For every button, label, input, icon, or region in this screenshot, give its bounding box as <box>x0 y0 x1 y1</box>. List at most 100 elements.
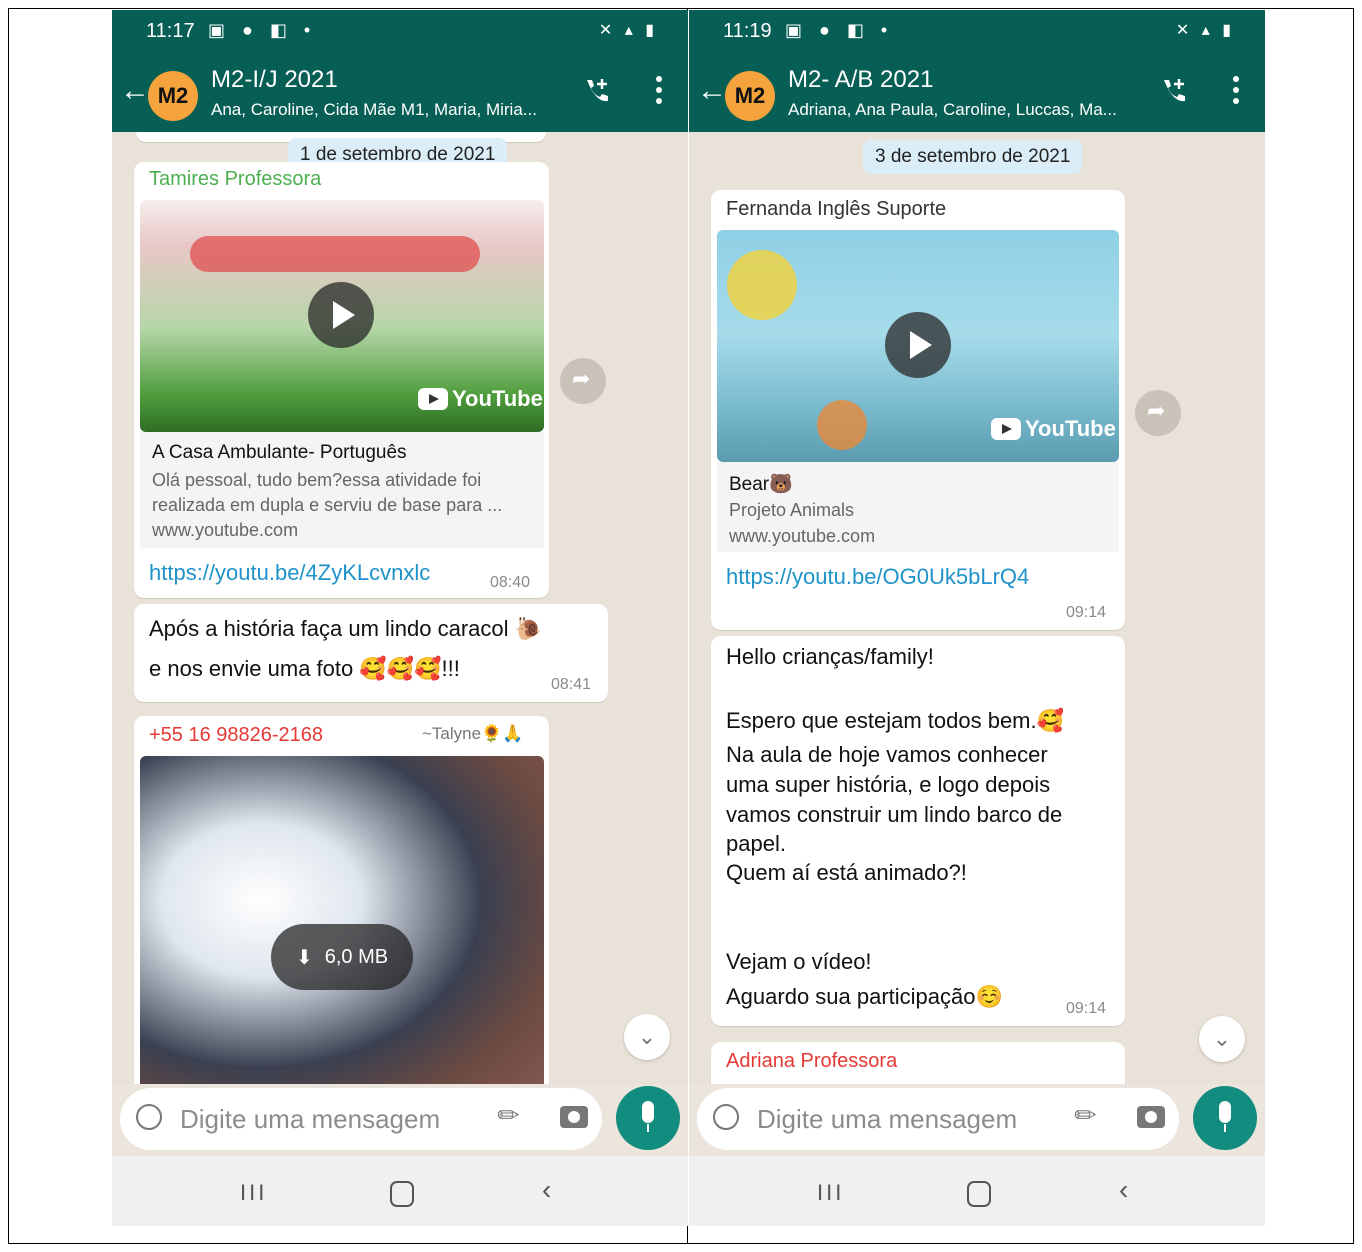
preview-domain: www.youtube.com <box>152 520 299 540</box>
back-arrow-icon[interactable]: ← <box>697 74 727 108</box>
message-text-line: papel. <box>726 831 786 856</box>
camera-icon[interactable] <box>1137 1106 1165 1128</box>
message-link[interactable]: https://youtu.be/OG0Uk5bLrQ4 <box>726 564 1029 590</box>
scroll-down-icon[interactable]: ⌄ <box>624 1014 670 1060</box>
attach-icon[interactable]: ✎ <box>1067 1097 1104 1134</box>
add-call-icon[interactable] <box>1159 76 1189 106</box>
message-text-line: uma super história, e logo depois <box>726 772 1051 797</box>
forward-icon[interactable] <box>1135 390 1181 436</box>
notification-icons: ▣ ● ◧ • <box>208 20 317 40</box>
more-options-icon[interactable] <box>656 76 662 109</box>
chat-title[interactable]: M2-I/J 2021 <box>211 66 338 94</box>
chat-area[interactable]: 3 de setembro de 2021 Fernanda Inglês Su… <box>689 132 1265 1084</box>
message-input[interactable]: Digite uma mensagem <box>757 1104 1017 1135</box>
preview-description: Olá pessoal, tudo bem?essa atividade foi… <box>152 470 503 515</box>
download-size: 6,0 MB <box>324 945 389 968</box>
youtube-play-icon <box>418 388 448 410</box>
mic-button[interactable] <box>1193 1086 1257 1150</box>
status-time: 11:19 <box>723 20 772 42</box>
home-icon[interactable] <box>967 1181 991 1207</box>
message-text-line: Vejam o vídeo! <box>726 949 872 974</box>
message-bubble-text[interactable]: Após a história faça um lindo caracol 🐌 … <box>134 604 608 702</box>
status-time: 11:17 <box>146 20 195 42</box>
play-icon[interactable] <box>885 312 951 378</box>
group-avatar[interactable]: M2 <box>725 71 775 121</box>
youtube-label: YouTube <box>452 386 543 411</box>
video-thumbnail[interactable]: YouTube <box>140 200 544 432</box>
android-navbar: III ‹ <box>112 1156 688 1226</box>
preview-title: A Casa Ambulante- Português <box>152 442 407 463</box>
sender-alias: ~Talyne🌻🙏 <box>422 724 524 743</box>
sender-name: Tamires Professora <box>149 168 322 190</box>
recent-apps-icon[interactable]: III <box>817 1180 844 1206</box>
camera-icon[interactable] <box>560 1106 588 1128</box>
thumbnail-blurred-figure <box>817 400 867 450</box>
message-text-line: Hello crianças/family! <box>726 644 934 669</box>
preview-domain: www.youtube.com <box>729 526 876 546</box>
message-bubble-video-link[interactable]: Tamires Professora YouTube A Casa Ambula… <box>134 162 549 598</box>
thumbnail-blurred-title <box>190 236 480 272</box>
link-preview[interactable]: A Casa Ambulante- Português Olá pessoal,… <box>140 432 544 548</box>
back-arrow-icon[interactable]: ← <box>120 74 150 108</box>
message-link[interactable]: https://youtu.be/4ZyKLcvnxlc <box>149 560 430 586</box>
sender-name: Adriana Professora <box>726 1050 898 1072</box>
chat-title[interactable]: M2- A/B 2021 <box>788 66 933 94</box>
message-bubble-video-link[interactable]: Fernanda Inglês Suporte YouTube Bear🐻 Pr… <box>711 190 1125 630</box>
play-icon[interactable] <box>308 282 374 348</box>
scroll-down-icon[interactable]: ⌄ <box>1199 1016 1245 1062</box>
add-call-icon[interactable] <box>582 76 612 106</box>
signal-battery-icons: ✕ ▴ ▮ <box>1175 22 1235 39</box>
preview-title: Bear🐻 <box>729 474 793 495</box>
message-time: 08:40 <box>490 574 531 591</box>
message-input[interactable]: Digite uma mensagem <box>180 1104 440 1135</box>
message-time: 09:14 <box>1066 604 1107 621</box>
emoji-icon[interactable] <box>713 1104 739 1130</box>
message-text-line: Aguardo sua participação☺️ <box>726 984 1003 1009</box>
attach-icon[interactable]: ✎ <box>490 1097 527 1134</box>
chat-participants[interactable]: Ana, Caroline, Cida Mãe M1, Maria, Miria… <box>211 100 571 120</box>
message-input-bar[interactable]: Digite uma mensagem ✎ <box>120 1088 602 1150</box>
mic-button[interactable] <box>616 1086 680 1150</box>
status-bar: 11:19 ▣ ● ◧ • ✕ ▴ ▮ <box>689 10 1265 54</box>
message-text-line: Após a história faça um lindo caracol 🐌 <box>149 616 543 641</box>
home-icon[interactable] <box>390 1181 414 1207</box>
more-options-icon[interactable] <box>1233 76 1239 109</box>
notification-icons: ▣ ● ◧ • <box>785 20 894 40</box>
youtube-label: YouTube <box>1025 416 1116 441</box>
chat-header: ← M2 M2-I/J 2021 Ana, Caroline, Cida Mãe… <box>112 54 688 132</box>
android-navbar: III ‹ <box>689 1156 1265 1226</box>
group-avatar[interactable]: M2 <box>148 71 198 121</box>
signal-battery-icons: ✕ ▴ ▮ <box>598 22 658 39</box>
message-text-line: e nos envie uma foto 🥰🥰🥰!!! <box>149 656 460 681</box>
message-text-line: Na aula de hoje vamos conhecer <box>726 742 1048 767</box>
link-preview[interactable]: Bear🐻 Projeto Animals www.youtube.com <box>717 462 1119 552</box>
message-bubble-video[interactable]: +55 16 98826-2168 ~Talyne🌻🙏 ⬇ 6,0 MB <box>134 716 549 1084</box>
message-input-bar[interactable]: Digite uma mensagem ✎ <box>697 1088 1179 1150</box>
emoji-icon[interactable] <box>136 1104 162 1130</box>
message-text-line: Espero que estejam todos bem.🥰 <box>726 708 1065 733</box>
nav-back-icon[interactable]: ‹ <box>1119 1174 1128 1206</box>
phone-screenshot-right: 11:19 ▣ ● ◧ • ✕ ▴ ▮ ← M2 M2- A/B 2021 Ad… <box>689 10 1265 1226</box>
youtube-play-icon <box>991 418 1021 440</box>
message-text-line: vamos construir um lindo barco de <box>726 802 1063 827</box>
phone-screenshot-left: 11:17 ▣ ● ◧ • ✕ ▴ ▮ ← M2 M2-I/J 2021 Ana… <box>112 10 688 1226</box>
nav-back-icon[interactable]: ‹ <box>542 1174 551 1206</box>
preview-description: Projeto Animals <box>729 500 855 520</box>
download-button[interactable]: ⬇ 6,0 MB <box>271 924 413 990</box>
forward-icon[interactable] <box>560 358 606 404</box>
message-bubble-text[interactable]: Hello crianças/family! Espero que esteja… <box>711 636 1125 1026</box>
youtube-logo: YouTube <box>991 416 1116 442</box>
sender-name: Fernanda Inglês Suporte <box>726 198 947 220</box>
message-time: 08:41 <box>551 676 592 693</box>
message-time: 09:14 <box>1066 1000 1107 1017</box>
message-text-line: Quem aí está animado?! <box>726 860 967 885</box>
video-thumbnail[interactable]: YouTube <box>717 230 1119 462</box>
download-icon: ⬇ <box>295 946 313 969</box>
video-thumbnail-blurred[interactable]: ⬇ 6,0 MB <box>140 756 544 1084</box>
chat-participants[interactable]: Adriana, Ana Paula, Caroline, Luccas, Ma… <box>788 100 1148 120</box>
message-bubble-partial[interactable]: Adriana Professora <box>711 1042 1125 1084</box>
chat-area[interactable]: 1 de setembro de 2021 Tamires Professora… <box>112 132 688 1084</box>
thumbnail-blurred-sun <box>727 250 797 320</box>
youtube-logo: YouTube <box>418 386 543 412</box>
recent-apps-icon[interactable]: III <box>240 1180 267 1206</box>
